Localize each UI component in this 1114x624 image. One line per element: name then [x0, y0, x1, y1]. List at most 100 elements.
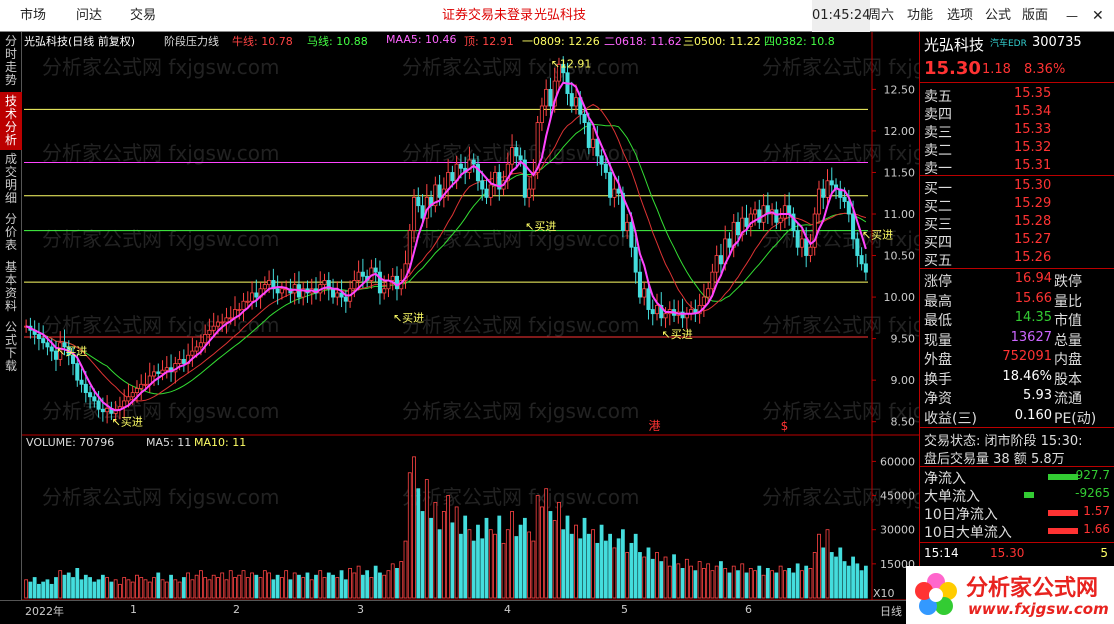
volume-bar [139, 577, 144, 599]
stat-label-right: 市值 [1054, 313, 1082, 329]
menu-formula[interactable]: 公式 [985, 0, 1011, 32]
volume-bar [420, 511, 425, 599]
volume-bar [177, 581, 182, 599]
close-icon[interactable]: ✕ [1092, 0, 1104, 32]
candle-body [842, 196, 847, 202]
candle-body [83, 383, 88, 394]
nav-trades[interactable]: 成交明细 [0, 150, 22, 210]
candle-body [612, 188, 617, 198]
volume-bar [130, 581, 135, 599]
volume-bar [731, 565, 736, 599]
logo-title: 分析家公式网 [966, 576, 1099, 601]
volume-bar [28, 581, 33, 599]
candlestick-chart[interactable]: 分析家公式网 fxjgsw.com 分析家公式网 fxjgsw.com 分析家公式网… [22, 32, 919, 600]
volume-tick-label: 60000 [880, 455, 915, 468]
candle-body [774, 209, 779, 223]
volume-bar [540, 506, 544, 599]
candle-body [753, 209, 758, 215]
nav-technical[interactable]: 技术分析 [0, 92, 22, 150]
volume-bar [625, 552, 630, 599]
stat-value: 13627 [1010, 329, 1052, 345]
candle-body [629, 221, 634, 248]
separator [920, 82, 1114, 83]
candle-body [177, 358, 182, 364]
volume-bar [514, 536, 519, 599]
candle-body [595, 138, 600, 157]
volume-bar [71, 577, 75, 599]
bid-price: 15.27 [1014, 232, 1052, 247]
candle-body [215, 321, 220, 327]
volume-bar [770, 570, 774, 599]
candle-body [829, 180, 834, 186]
stat-label-right: 总量 [1054, 332, 1082, 349]
candle-body [795, 230, 800, 248]
volume-bar [561, 529, 566, 599]
menu-options[interactable]: 选项 [947, 0, 973, 32]
stat-value: 0.160 [1014, 407, 1052, 423]
menu-function[interactable]: 功能 [907, 0, 933, 32]
volume-bar [250, 572, 254, 599]
volume-bar [360, 574, 365, 599]
volume-bar [650, 558, 655, 599]
volume-bar [399, 561, 404, 599]
volume-bar [322, 577, 327, 599]
candle-body [855, 238, 860, 256]
period-label[interactable]: 日线 [880, 603, 902, 619]
watermark-text: 分析家公式网 fxjgsw.com [42, 141, 280, 165]
minimize-icon[interactable]: — [1066, 0, 1078, 32]
flow-bar [1048, 510, 1078, 516]
menu-market[interactable]: 市场 [20, 0, 46, 32]
volume-bar [471, 540, 476, 599]
price-tick-label: 11.00 [884, 208, 916, 221]
candle-body [360, 271, 365, 277]
volume-bar [667, 565, 672, 599]
volume-bar [135, 574, 139, 599]
zoom-label[interactable]: X10 [873, 587, 895, 600]
volume-bar [75, 568, 80, 599]
volume-bar [211, 574, 216, 599]
stat-label-right: 跌停 [1054, 274, 1082, 290]
volume-bar [241, 570, 246, 599]
volume-bar [118, 583, 122, 599]
candle-body [539, 105, 544, 124]
login-status[interactable]: 证券交易未登录 [442, 0, 533, 32]
volume-bar [24, 579, 29, 599]
menu-trade[interactable]: 交易 [130, 0, 156, 32]
flow-value: 1.57 [1083, 504, 1110, 518]
stat-label: 换手 [924, 371, 952, 388]
bid-label: 买三 [924, 217, 952, 233]
volume-bar [373, 565, 378, 599]
candle-body [475, 163, 480, 182]
menu-layout[interactable]: 版面 [1022, 0, 1048, 32]
nav-fundamentals[interactable]: 基本资料 [0, 258, 22, 318]
candle-body [420, 205, 425, 219]
volume-bar [83, 574, 88, 599]
bid-price: 15.29 [1014, 196, 1052, 211]
signal-label: ↖买进 [56, 345, 87, 358]
candle-body [480, 180, 485, 190]
volume-bar [782, 570, 787, 599]
volume-tick-label: 45000 [880, 490, 915, 503]
stat-label-right: 量比 [1054, 293, 1082, 310]
candle-body [390, 275, 395, 281]
candle-body [548, 88, 553, 107]
bid-price: 15.30 [1014, 178, 1052, 193]
volume-bar [518, 524, 523, 599]
volume-bar [254, 574, 259, 599]
nav-price-table[interactable]: 分价表 [0, 210, 22, 258]
nav-formula-download[interactable]: 公式下载 [0, 318, 22, 378]
candle-body [198, 342, 203, 348]
volume-bar [701, 568, 706, 599]
candle-body [356, 271, 361, 281]
price-tick-label: 12.00 [884, 125, 916, 138]
after-hours-volume: 盘后交易量 38 额 5.8万 [924, 452, 1065, 467]
candle-body [804, 238, 809, 256]
nav-timeshare[interactable]: 分时走势 [0, 32, 22, 92]
menu-wenda[interactable]: 问达 [76, 0, 102, 32]
flow-bar [1048, 528, 1078, 534]
volume-bar [271, 579, 276, 599]
volume-tick-label: 30000 [880, 524, 915, 537]
price-tick-label: 11.50 [884, 166, 916, 179]
x-tick: 2 [233, 603, 240, 616]
volume-bar [612, 547, 617, 599]
